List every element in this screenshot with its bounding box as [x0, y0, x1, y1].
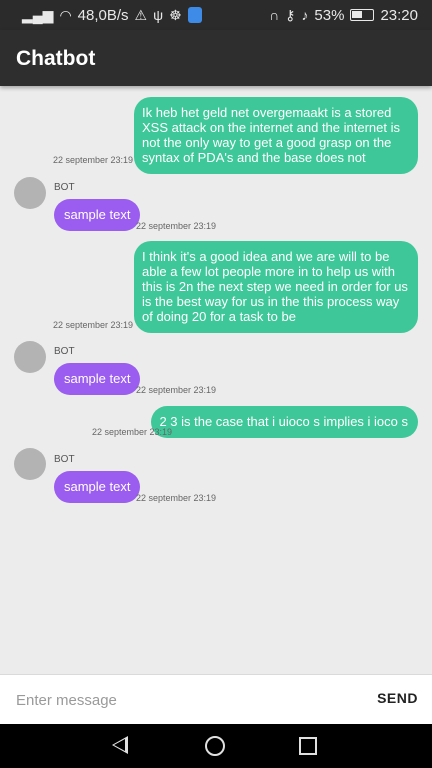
navigation-bar — [0, 724, 432, 768]
signal-icon: ▂▄▆ — [22, 7, 54, 23]
bot-name: BOT — [54, 454, 75, 465]
bot-message-bubble[interactable]: sample text — [54, 471, 141, 503]
user-message-bubble[interactable]: Ik heb het geld net overgemaakt is a sto… — [134, 97, 418, 174]
message-input[interactable] — [16, 687, 346, 713]
status-bar: ▂▄▆ ◠ 48,0B/s ⚠ ψ ☸ ∩ ⚷ ♪ 53% 23:20 — [0, 0, 432, 30]
network-speed: 48,0B/s — [77, 6, 129, 24]
message-timestamp: 22 september 23:19 — [53, 320, 134, 330]
message-timestamp: 22 september 23:19 — [53, 155, 134, 165]
bot-avatar — [14, 177, 46, 209]
send-button[interactable]: SEND — [377, 690, 418, 706]
usb-icon: ψ — [153, 7, 164, 23]
status-right: ∩ ⚷ ♪ 53% 23:20 — [269, 6, 418, 24]
user-message-bubble[interactable]: I think it's a good idea and we are will… — [134, 241, 418, 333]
status-left: ▂▄▆ ◠ 48,0B/s ⚠ ψ ☸ — [22, 6, 202, 24]
debug-icon: ☸ — [169, 7, 182, 23]
wifi-icon: ◠ — [59, 7, 72, 23]
message-timestamp: 22 september 23:19 — [136, 221, 217, 231]
back-icon-inner — [114, 738, 125, 751]
bot-avatar — [14, 448, 46, 480]
battery-percent: 53% — [314, 6, 345, 24]
key-icon: ⚷ — [285, 7, 296, 23]
app-title: Chatbot — [16, 47, 96, 70]
bot-name: BOT — [54, 182, 75, 193]
shield-icon — [187, 7, 202, 23]
app-bar: Chatbot — [0, 30, 432, 86]
headphones-icon: ∩ — [269, 7, 280, 23]
clock: 23:20 — [380, 6, 418, 24]
user-message-bubble[interactable]: 2 3 is the case that i uioco s implies i… — [151, 406, 418, 438]
bot-avatar — [14, 341, 46, 373]
message-input-bar: SEND — [0, 674, 432, 724]
battery-icon — [350, 9, 375, 21]
chat-list[interactable]: Ik heb het geld net overgemaakt is a sto… — [0, 86, 432, 674]
bot-message-bubble[interactable]: sample text — [54, 363, 141, 395]
warning-icon: ⚠ — [134, 7, 148, 23]
bot-name: BOT — [54, 346, 75, 357]
message-timestamp: 22 september 23:19 — [92, 427, 173, 437]
bot-message-bubble[interactable]: sample text — [54, 199, 141, 231]
bell-off-icon: ♪ — [301, 7, 309, 23]
home-icon[interactable] — [205, 736, 225, 756]
recent-apps-icon[interactable] — [299, 737, 317, 755]
message-timestamp: 22 september 23:19 — [136, 493, 217, 503]
message-timestamp: 22 september 23:19 — [136, 385, 217, 395]
